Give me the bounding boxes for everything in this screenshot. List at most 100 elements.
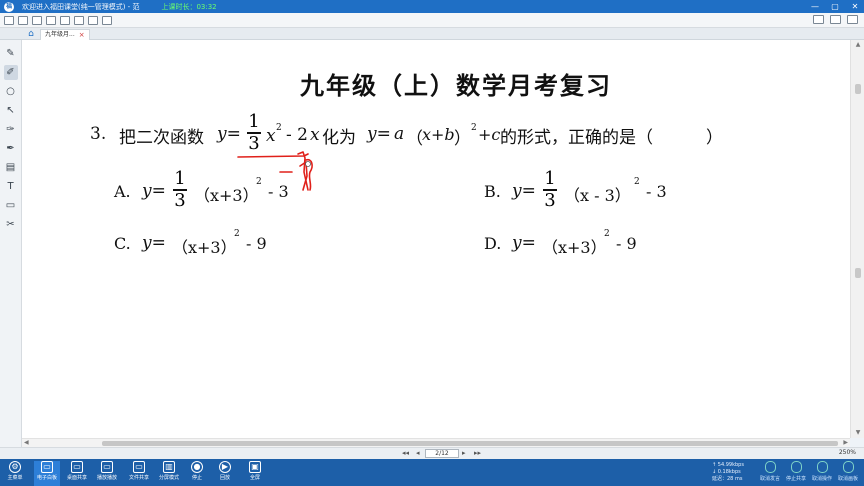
main-menu-label: 主菜单 (7, 475, 23, 481)
microphone-icon (764, 461, 776, 473)
ink-icon[interactable]: ✒ (4, 141, 18, 156)
new-file-icon[interactable] (4, 15, 14, 25)
share-icon (790, 461, 802, 473)
undo-icon[interactable] (60, 15, 70, 25)
home-icon[interactable]: ⌂ (24, 29, 38, 39)
scroll-down-icon[interactable]: ▼ (854, 430, 862, 436)
scroll-up-icon[interactable]: ▲ (854, 42, 862, 48)
left-toolbar: ✎ ✐ ○ ↖ ✑ ✒ ▤ T ▭ ✂ (0, 40, 22, 460)
brush-icon[interactable]: ✑ (4, 122, 18, 137)
scissors-icon[interactable]: ✂ (4, 217, 18, 232)
latency: 延迟：28 ms (712, 476, 743, 482)
cancel-speak-label: 取消发言 (759, 476, 780, 482)
tab-document[interactable]: 九年级月... × (40, 29, 90, 40)
window-controls: — ▢ ✕ (810, 0, 860, 13)
cancel-operate-button[interactable]: 取消操作 (808, 461, 836, 482)
media-play-button[interactable]: ▭ 播放播放 (94, 461, 120, 481)
last-page-button[interactable]: ▸▸ (474, 449, 481, 457)
ink-annotation (237, 151, 313, 191)
app-window: 福 欢迎进入福田课堂(纯一管理模式) - 范 上课时长：03:32 — ▢ ✕ … (0, 0, 864, 486)
window-title: 欢迎进入福田课堂(纯一管理模式) - 范 (22, 2, 140, 11)
vscroll-marker (855, 268, 861, 278)
whiteboard-button[interactable]: ▭ 电子白板 (34, 461, 60, 486)
pointer-icon[interactable]: ↖ (4, 103, 18, 118)
close-doc-icon[interactable] (847, 15, 858, 24)
split-screen-label: 分屏模式 (158, 475, 179, 481)
next-page-button[interactable]: ▸ (462, 449, 466, 457)
stop-button[interactable]: ● 停止 (184, 461, 210, 481)
highlighter-icon[interactable]: ✐ (3, 65, 18, 80)
text-icon[interactable] (88, 15, 98, 25)
scroll-left-icon[interactable]: ◀ (24, 439, 29, 446)
file-share-label: 文件共享 (128, 475, 149, 481)
eraser-icon[interactable]: ○ (4, 84, 18, 99)
network-status: ↑ 54.99kbps ↓ 0.18kbps 延迟：28 ms (712, 462, 744, 483)
print-icon[interactable] (46, 15, 56, 25)
bottom-taskbar: ⚙ 主菜单 ▭ 电子白板 ▭ 桌面共享 ▭ 播放播放 ▭ 文件共享 ▥ 分屏模式… (0, 459, 864, 486)
stop-icon: ● (191, 461, 203, 473)
title-bar: 福 欢迎进入福田课堂(纯一管理模式) - 范 上课时长：03:32 — ▢ ✕ (0, 0, 864, 13)
fullscreen-button[interactable]: ▣ 全屏 (242, 461, 268, 481)
stop-share-button[interactable]: 停止共享 (782, 461, 810, 482)
download-speed: ↓ 0.18kbps (712, 469, 741, 475)
desktop-share-icon: ▭ (71, 461, 83, 473)
desktop-share-label: 桌面共享 (66, 475, 87, 481)
whiteboard-label: 电子白板 (36, 475, 57, 481)
whiteboard-icon: ▭ (41, 461, 53, 473)
image-icon[interactable] (102, 15, 112, 25)
app-logo-icon: 福 (4, 1, 14, 12)
hscroll-thumb[interactable] (102, 441, 838, 446)
page-navigation: ◂◂ ◂ 2/12 ▸ ▸▸ 250% (0, 447, 864, 459)
toolbar-right (813, 15, 858, 24)
layout-icon[interactable] (813, 15, 824, 24)
whiteboard-canvas[interactable]: 九年级（上）数学月考复习 3. 把二次函数 y= 1 3 x 2 - 2 x 化… (22, 40, 850, 438)
class-timer: 上课时长：03:32 (161, 2, 217, 11)
board-icon (842, 461, 854, 473)
playback-button[interactable]: ▶ 回放 (212, 461, 238, 481)
text-tool-icon[interactable]: T (4, 179, 18, 194)
upload-speed: ↑ 54.99kbps (712, 462, 744, 468)
close-icon[interactable]: ✕ (850, 2, 860, 11)
delete-icon[interactable]: ▤ (4, 160, 18, 175)
cancel-speak-button[interactable]: 取消发言 (756, 461, 784, 482)
scroll-right-icon[interactable]: ▶ (843, 439, 848, 446)
ink-digit-stroke (299, 161, 308, 191)
split-screen-button[interactable]: ▥ 分屏模式 (156, 461, 182, 481)
cursor-icon (305, 161, 311, 167)
play-icon: ▶ (219, 461, 231, 473)
first-page-button[interactable]: ◂◂ (402, 449, 409, 457)
cancel-operate-label: 取消操作 (811, 476, 832, 482)
minimize-icon[interactable]: — (810, 2, 820, 11)
file-share-button[interactable]: ▭ 文件共享 (126, 461, 152, 481)
split-screen-icon: ▥ (163, 461, 175, 473)
vertical-scrollbar[interactable]: ▲ ▼ (850, 40, 864, 438)
cancel-board-button[interactable]: 取消画板 (834, 461, 862, 482)
fullscreen-icon: ▣ (249, 461, 261, 473)
hand-icon (816, 461, 828, 473)
window-icon[interactable] (830, 15, 841, 24)
tab-document-label: 九年级月... (45, 31, 75, 38)
vscroll-thumb[interactable] (855, 84, 861, 94)
stop-share-label: 停止共享 (785, 476, 806, 482)
top-toolbar (0, 13, 864, 28)
redo-icon[interactable] (74, 15, 84, 25)
pen-icon[interactable]: ✎ (4, 46, 18, 61)
media-icon: ▭ (101, 461, 113, 473)
prev-page-button[interactable]: ◂ (416, 449, 420, 457)
desktop-share-button[interactable]: ▭ 桌面共享 (64, 461, 90, 481)
save-icon[interactable] (32, 15, 42, 25)
file-share-icon: ▭ (133, 461, 145, 473)
horizontal-scrollbar[interactable]: ◀ ▶ (22, 438, 850, 447)
page-indicator[interactable]: 2/12 (425, 449, 459, 458)
media-play-label: 播放播放 (96, 475, 117, 481)
playback-label: 回放 (219, 475, 230, 481)
zoom-level[interactable]: 250% (839, 449, 856, 456)
tab-close-icon[interactable]: × (79, 30, 85, 40)
maximize-icon[interactable]: ▢ (830, 2, 840, 11)
stop-label: 停止 (191, 475, 202, 481)
fullscreen-label: 全屏 (249, 475, 260, 481)
main-menu-button[interactable]: ⚙ 主菜单 (2, 461, 28, 481)
open-folder-icon[interactable] (18, 15, 28, 25)
image-tool-icon[interactable]: ▭ (4, 198, 18, 213)
cancel-board-label: 取消画板 (837, 476, 858, 482)
